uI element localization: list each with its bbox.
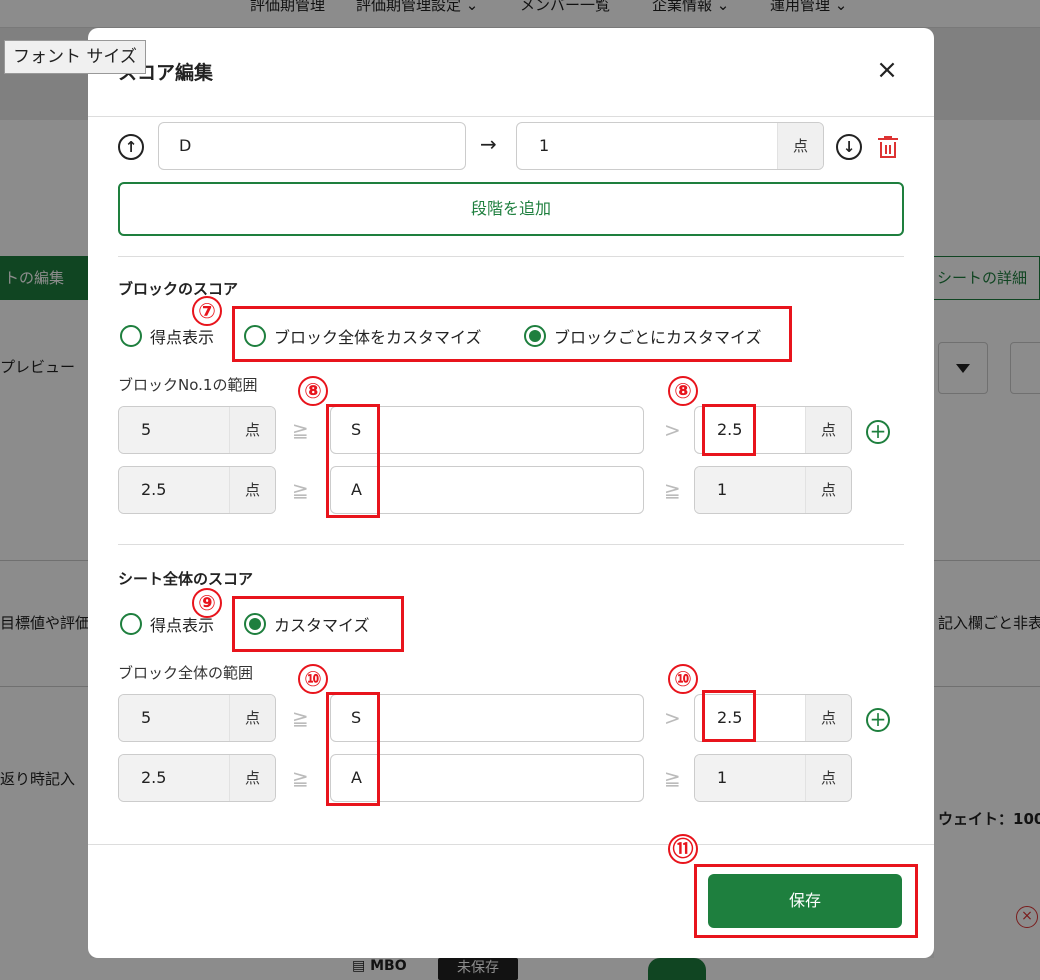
operator: ≧ (292, 766, 309, 790)
move-up-icon[interactable]: ↑ (118, 134, 144, 160)
annotation-number: ⑧ (668, 376, 698, 406)
annotation-box (702, 404, 756, 456)
max-score-input[interactable]: 1 点 (694, 754, 852, 802)
radio-score-display[interactable]: 得点表示 (120, 324, 214, 348)
annotation-box (326, 404, 380, 518)
operator: ≧ (292, 478, 309, 502)
annotation-number: ⑪ (668, 834, 698, 864)
min-score-input[interactable]: 2.5 点 (118, 466, 276, 514)
min-score-input[interactable]: 5 点 (118, 694, 276, 742)
annotation-number: ⑦ (192, 296, 222, 326)
operator: > (664, 418, 681, 442)
divider (118, 256, 904, 257)
operator: ≧ (664, 478, 681, 502)
annotation-box (694, 864, 918, 938)
radio-dot (120, 325, 142, 347)
operator: ≧ (292, 706, 309, 730)
radio-dot (120, 613, 142, 635)
block-score-title: ブロックのスコア (118, 280, 239, 298)
operator: ≧ (292, 418, 309, 442)
min-score-input[interactable]: 2.5 点 (118, 754, 276, 802)
arrow-right-icon: → (480, 132, 497, 156)
block-range-label: ブロックNo.1の範囲 (118, 376, 258, 394)
max-score-input[interactable]: 1 点 (694, 466, 852, 514)
min-score-input[interactable]: 5 点 (118, 406, 276, 454)
grade-input[interactable]: D (158, 122, 466, 170)
move-down-icon[interactable]: ↓ (836, 134, 862, 160)
annotation-box (232, 306, 792, 362)
font-size-tooltip: フォント サイズ (4, 40, 146, 74)
score-edit-modal: スコア編集 × ↑ D → 1 点 ↓ 段階を追加 ブロックのスコア 得点表示 … (88, 28, 934, 958)
close-icon[interactable]: × (874, 57, 900, 84)
divider (88, 844, 934, 845)
sheet-score-title: シート全体のスコア (118, 570, 254, 588)
trash-icon[interactable] (878, 136, 898, 158)
divider (88, 116, 934, 117)
annotation-box (326, 692, 380, 806)
add-row-icon[interactable]: + (866, 420, 890, 444)
sheet-range-label: ブロック全体の範囲 (118, 664, 254, 682)
add-level-button[interactable]: 段階を追加 (118, 182, 904, 236)
annotation-number: ⑩ (668, 664, 698, 694)
operator: > (664, 706, 681, 730)
annotation-number: ⑩ (298, 664, 328, 694)
annotation-box (702, 690, 756, 742)
annotation-box (232, 596, 404, 652)
operator: ≧ (664, 766, 681, 790)
annotation-number: ⑧ (298, 376, 328, 406)
score-input[interactable]: 1 点 (516, 122, 824, 170)
add-row-icon[interactable]: + (866, 708, 890, 732)
divider (118, 544, 904, 545)
annotation-number: ⑨ (192, 588, 222, 618)
